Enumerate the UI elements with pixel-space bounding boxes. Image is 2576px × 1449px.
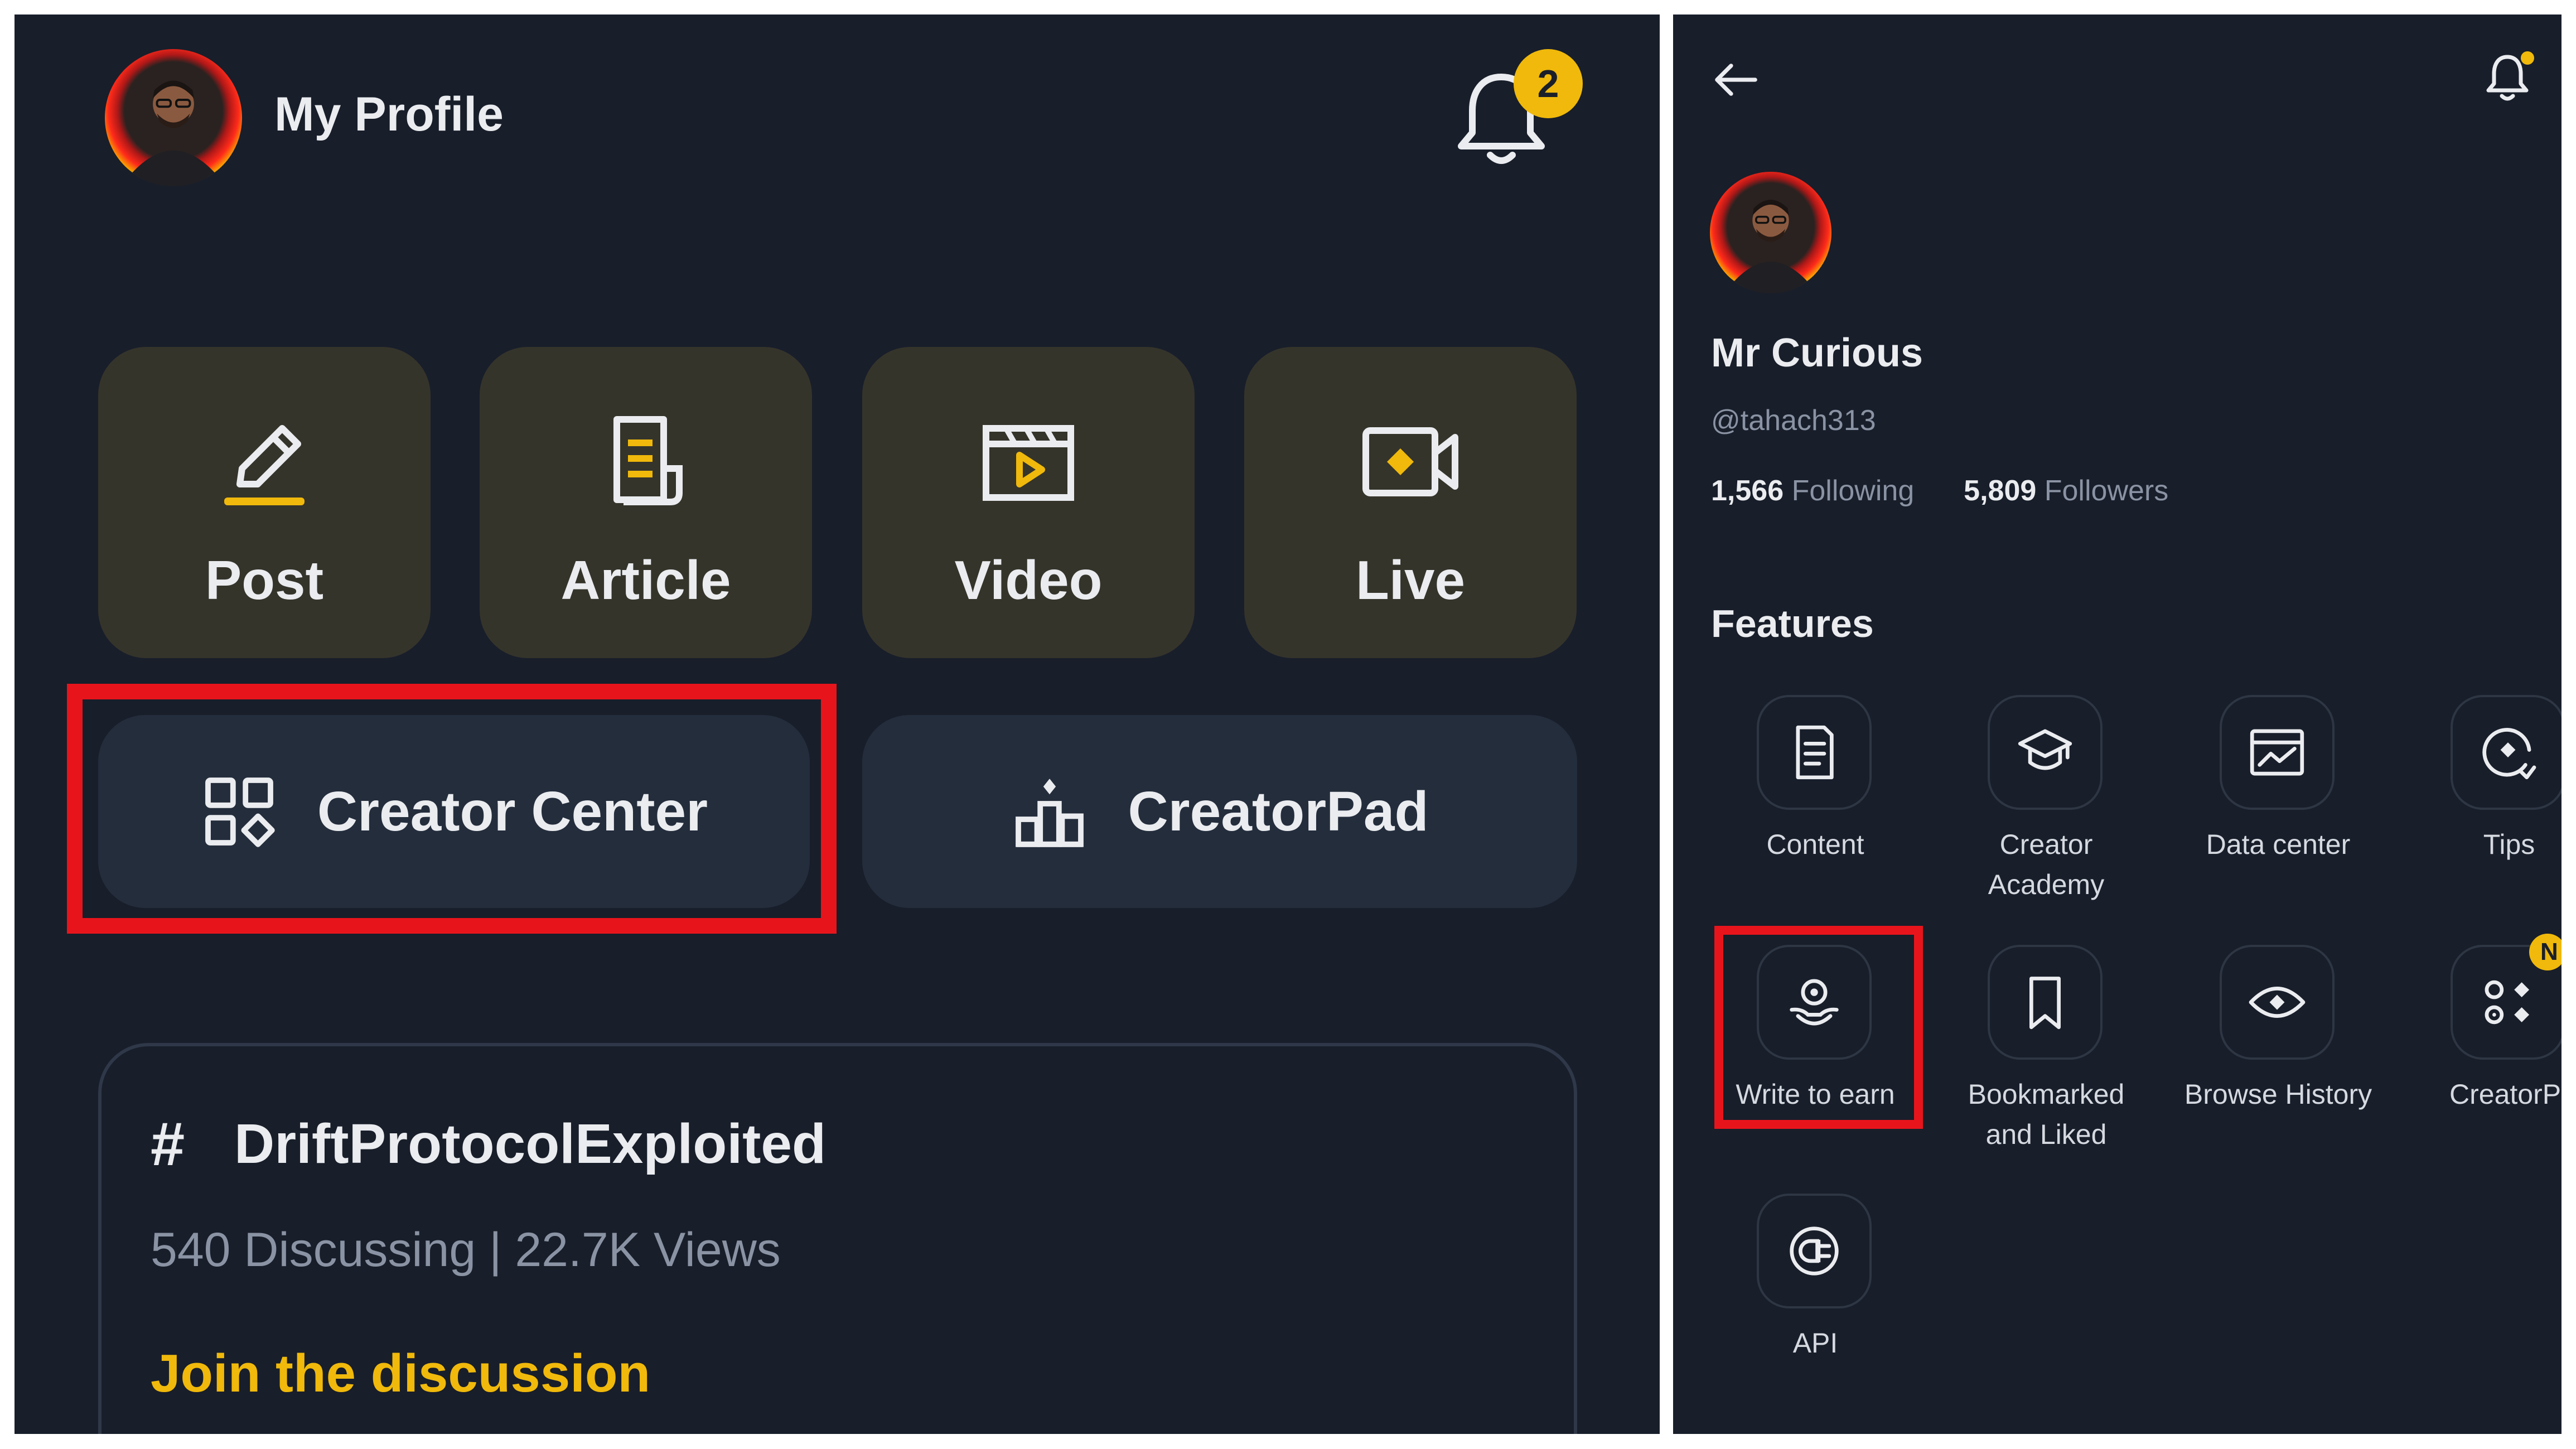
hashtag-icon: # <box>151 1110 185 1178</box>
topic-title: DriftProtocolExploited <box>234 1113 827 1175</box>
live-label: Live <box>1355 549 1466 611</box>
feature-label: Creator Academy <box>1988 829 2105 900</box>
eye-icon <box>2249 987 2306 1018</box>
creatorpad-button[interactable]: CreatorPad <box>862 715 1577 908</box>
podium-icon <box>1016 779 1084 847</box>
notification-dot <box>2521 51 2534 65</box>
feature-label: API <box>1792 1327 1838 1359</box>
right-screen: Mr Curious @tahach313 1,566 Following 5,… <box>1673 15 2561 1434</box>
video-button[interactable]: Video <box>862 347 1195 658</box>
feature-creatorpad[interactable]: CreatorPa <box>2394 945 2561 1146</box>
post-label: Post <box>205 549 324 611</box>
live-camera-icon <box>1362 427 1458 496</box>
highlight-box <box>1714 926 1923 1129</box>
creatorpad-label: CreatorPad <box>1128 780 1429 843</box>
back-arrow-icon[interactable] <box>1711 55 1761 105</box>
join-discussion-link[interactable]: Join the discussion <box>151 1343 650 1404</box>
clapperboard-icon <box>983 425 1074 501</box>
live-button[interactable]: Live <box>1244 347 1577 658</box>
feature-label: Tips <box>2483 829 2535 860</box>
profile-avatar[interactable] <box>105 49 242 186</box>
feature-api[interactable]: API <box>1700 1194 1931 1394</box>
page-title: My Profile <box>274 88 504 141</box>
feature-tips[interactable]: Tips <box>2394 695 2561 896</box>
notification-badge: 2 <box>1514 49 1583 118</box>
follow-stats: 1,566 Following 5,809 Followers <box>1711 474 2168 508</box>
feature-browse-history[interactable]: Browse History <box>2163 945 2394 1146</box>
profile-avatar[interactable] <box>1710 172 1831 293</box>
article-label: Article <box>560 549 731 611</box>
highlight-box <box>67 684 837 934</box>
bookmark-icon <box>2029 977 2061 1030</box>
feature-label: Bookmarked and Liked <box>1968 1079 2125 1150</box>
post-button[interactable]: Post <box>98 347 431 658</box>
topic-card[interactable]: # DriftProtocolExploited 540 Discussing … <box>98 1043 1577 1434</box>
feature-label: Data center <box>2206 829 2351 860</box>
pencil-icon <box>224 425 305 505</box>
content-icon <box>1796 725 1834 780</box>
feature-content[interactable]: Content <box>1700 695 1931 896</box>
followers-count: 5,809 <box>1964 475 2037 507</box>
new-badge: N <box>2529 934 2561 970</box>
followers-link[interactable]: 5,809 Followers <box>1964 475 2168 507</box>
features-heading: Features <box>1711 602 1874 645</box>
video-label: Video <box>954 549 1103 611</box>
document-icon <box>613 416 683 505</box>
feature-bookmarked-and-liked[interactable]: Bookmarked and Liked <box>1931 945 2162 1150</box>
feature-label: CreatorPa <box>2449 1079 2561 1110</box>
feature-label: Content <box>1766 829 1864 860</box>
following-link[interactable]: 1,566 Following <box>1711 475 1914 507</box>
api-icon <box>1790 1226 1839 1276</box>
following-label: Following <box>1791 475 1915 507</box>
feature-label: Browse History <box>2184 1079 2372 1110</box>
profile-name: Mr Curious <box>1711 331 1923 375</box>
topic-stats: 540 Discussing | 22.7K Views <box>151 1223 781 1277</box>
feature-creator-academy[interactable]: Creator Academy <box>1931 695 2162 900</box>
chart-icon <box>2250 729 2304 776</box>
feature-data-center[interactable]: Data center <box>2163 695 2394 896</box>
following-count: 1,566 <box>1711 475 1784 507</box>
profile-handle: @tahach313 <box>1711 404 1876 437</box>
creatorpad-icon <box>2485 980 2530 1025</box>
tips-icon <box>2482 728 2536 780</box>
followers-label: Followers <box>2044 475 2169 507</box>
graduation-cap-icon <box>2018 729 2072 770</box>
article-button[interactable]: Article <box>480 347 812 658</box>
left-screen: My Profile 2 Post Article Video Live Cre… <box>15 15 1660 1434</box>
